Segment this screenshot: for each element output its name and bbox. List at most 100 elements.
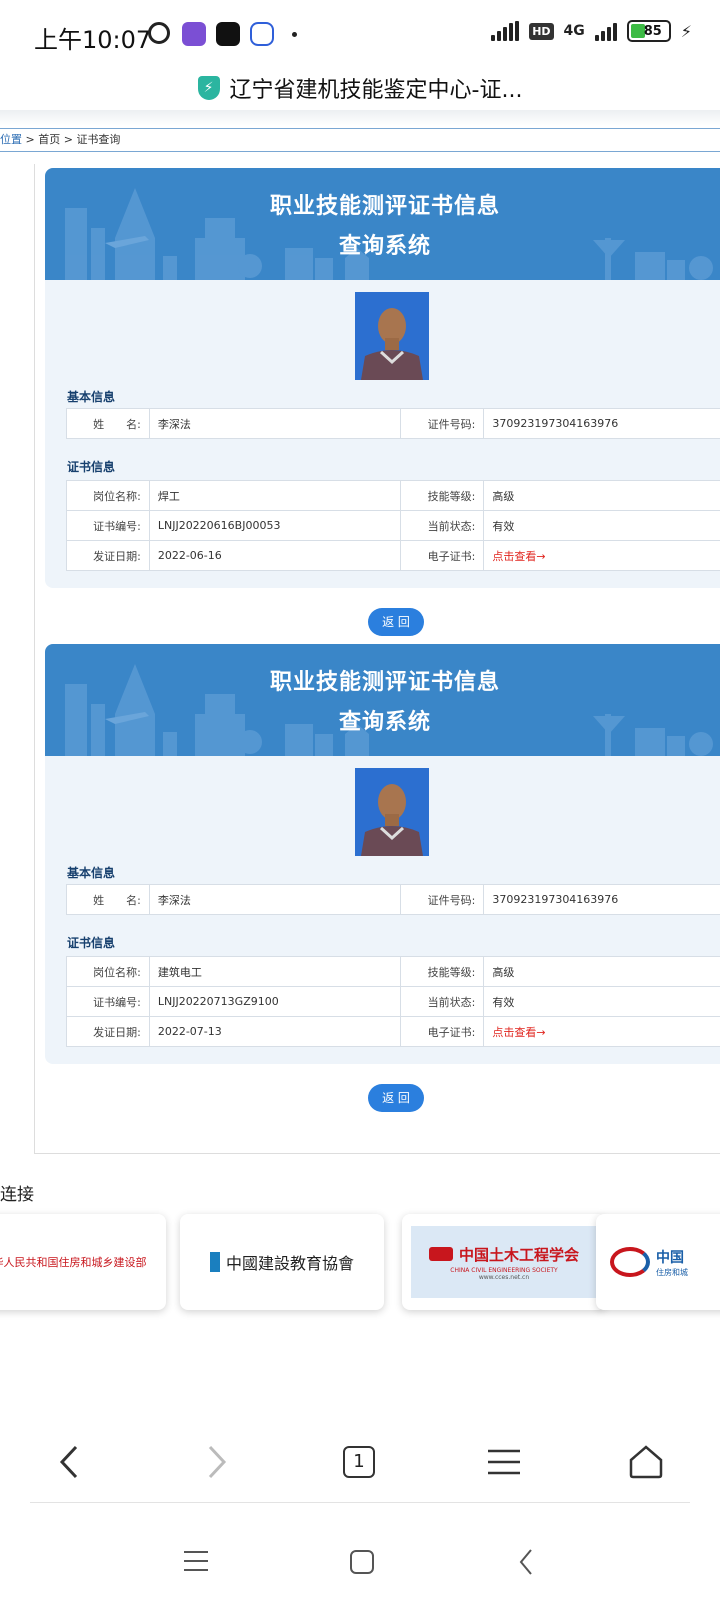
tabs-button[interactable]: 1 — [339, 1442, 379, 1482]
return-button[interactable]: 返 回 — [368, 608, 424, 636]
card-banner: 职业技能测评证书信息 查询系统 — [45, 644, 720, 756]
web-content[interactable]: 位置 > 首页 > 证书查询 职业技能测评证书信息 查询系统 基本信息 姓 名:… — [0, 110, 720, 1420]
link-card-civil-engineering-society[interactable]: 中国土木工程学会 CHINA CIVIL ENGINEERING SOCIETY… — [402, 1214, 606, 1310]
charging-icon: ⚡ — [680, 21, 692, 41]
link-card-education-association[interactable]: 中國建設教育協會 — [180, 1214, 384, 1310]
banner-title-line2: 查询系统 — [338, 234, 431, 259]
state-key: 当前状态: — [400, 986, 485, 1017]
link-sub: CHINA CIVIL ENGINEERING SOCIETY — [450, 1266, 558, 1274]
housing-logo-icon — [610, 1247, 650, 1277]
table-row: 姓 名: 李深法 证件号码: 370923197304163976 — [66, 408, 720, 439]
job-key: 岗位名称: — [66, 480, 150, 511]
recents-button[interactable] — [184, 1550, 208, 1576]
id-value: 370923197304163976 — [483, 884, 720, 915]
table-row: 发证日期: 2022-07-13 电子证书: 点击查看→ — [66, 1016, 720, 1047]
network-type: 4G — [563, 23, 585, 39]
table-row: 岗位名称: 建筑电工 技能等级: 高级 — [66, 956, 720, 987]
level-value: 高级 — [483, 956, 720, 987]
signal-icon — [491, 21, 520, 41]
toolbar-shadow — [0, 110, 720, 126]
link-card-housing[interactable]: 中国 住房和城 — [596, 1214, 720, 1310]
status-bar: 上午10:07 HD 4G 85 ⚡ — [0, 0, 720, 66]
certificate-card: 职业技能测评证书信息 查询系统 基本信息 姓 名: 李深法 证件号码: 3709… — [45, 168, 720, 588]
cert-no-key: 证书编号: — [66, 986, 150, 1017]
battery-icon: 85 — [626, 20, 671, 42]
name-value: 李深法 — [148, 884, 402, 915]
status-time: 上午10:07 — [34, 26, 152, 54]
table-row: 证书编号: LNJJ20220713GZ9100 当前状态: 有效 — [66, 986, 720, 1017]
page-title: 辽宁省建机技能鉴定中心-证... — [229, 78, 523, 103]
link-card-mohurd[interactable]: 中华人民共和国住房和城乡建设部 — [0, 1214, 166, 1310]
divider — [30, 1502, 690, 1503]
system-back-button[interactable] — [518, 1548, 534, 1580]
breadcrumb-current: 证书查询 — [76, 133, 121, 146]
skyline-graphic — [65, 188, 713, 280]
home-button[interactable] — [626, 1442, 666, 1482]
name-key: 姓 名: — [66, 408, 150, 439]
camera-app-icon — [182, 22, 206, 46]
table-row: 证书编号: LNJJ20220616BJ00053 当前状态: 有效 — [66, 510, 720, 541]
basic-info-label: 基本信息 — [67, 390, 116, 404]
menu-button[interactable] — [484, 1442, 524, 1482]
id-value: 370923197304163976 — [483, 408, 720, 439]
ecert-link[interactable]: 点击查看→ — [483, 540, 720, 571]
date-key: 发证日期: — [66, 540, 150, 571]
basic-info-table: 姓 名: 李深法 证件号码: 370923197304163976 — [66, 884, 720, 915]
secure-shield-icon: ⚡ — [197, 76, 220, 100]
id-photo — [355, 768, 429, 856]
dot-icon — [292, 32, 297, 37]
level-key: 技能等级: — [400, 956, 485, 987]
cert-no-value: LNJJ20220616BJ00053 — [148, 510, 402, 541]
status-indicators: HD 4G 85 ⚡ — [491, 20, 692, 42]
state-value: 有效 — [483, 510, 720, 541]
back-button[interactable] — [50, 1442, 90, 1482]
home-icon — [629, 1445, 663, 1479]
chevron-left-icon — [59, 1445, 78, 1479]
state-value: 有效 — [483, 986, 720, 1017]
building-icon — [209, 1252, 220, 1272]
level-key: 技能等级: — [400, 480, 485, 511]
tiktok-icon — [216, 22, 240, 46]
card-banner: 职业技能测评证书信息 查询系统 — [45, 168, 720, 280]
cert-info-label: 证书信息 — [67, 936, 116, 950]
link-sub: 住房和城 — [656, 1267, 688, 1277]
chevron-right-icon — [208, 1445, 227, 1479]
link-label: 中华人民共和国住房和城乡建设部 — [0, 1256, 147, 1269]
id-key: 证件号码: — [400, 408, 485, 439]
tabs-count: 1 — [343, 1446, 375, 1478]
battery-level: 85 — [643, 23, 662, 39]
skyline-graphic — [65, 664, 713, 756]
browser-title-bar[interactable]: ⚡ 辽宁省建机技能鉴定中心-证... — [0, 66, 720, 110]
forward-button[interactable] — [196, 1442, 236, 1482]
certificate-card: 职业技能测评证书信息 查询系统 基本信息 姓 名: 李深法 证件号码: 3709… — [45, 644, 720, 1064]
cert-info-table: 岗位名称: 建筑电工 技能等级: 高级 证书编号: LNJJ20220713GZ… — [66, 956, 720, 1047]
ecert-link[interactable]: 点击查看→ — [483, 1016, 720, 1047]
date-value: 2022-06-16 — [148, 540, 402, 571]
recents-icon — [184, 1551, 208, 1571]
return-button[interactable]: 返 回 — [368, 1084, 424, 1112]
name-value: 李深法 — [148, 408, 402, 439]
table-row: 岗位名称: 焊工 技能等级: 高级 — [66, 480, 720, 511]
state-key: 当前状态: — [400, 510, 485, 541]
id-key: 证件号码: — [400, 884, 485, 915]
cert-info-table: 岗位名称: 焊工 技能等级: 高级 证书编号: LNJJ20220616BJ00… — [66, 480, 720, 571]
table-row: 姓 名: 李深法 证件号码: 370923197304163976 — [66, 884, 720, 915]
job-value: 建筑电工 — [148, 956, 402, 987]
date-key: 发证日期: — [66, 1016, 150, 1047]
job-key: 岗位名称: — [66, 956, 150, 987]
link-banner: 中国土木工程学会 CHINA CIVIL ENGINEERING SOCIETY… — [411, 1226, 597, 1298]
basic-info-label: 基本信息 — [67, 866, 116, 880]
basic-info-table: 姓 名: 李深法 证件号码: 370923197304163976 — [66, 408, 720, 439]
id-photo — [355, 292, 429, 380]
banner-title-line2: 查询系统 — [338, 710, 431, 735]
menu-icon — [488, 1449, 520, 1475]
breadcrumb-home[interactable]: 首页 — [38, 133, 60, 146]
ecert-key: 电子证书: — [400, 540, 485, 571]
alarm-icon — [148, 22, 170, 44]
system-home-button[interactable] — [350, 1550, 374, 1578]
baidu-icon — [250, 22, 274, 46]
name-key: 姓 名: — [66, 884, 150, 915]
banner-title-line1: 职业技能测评证书信息 — [269, 670, 500, 695]
breadcrumb-sep: > — [60, 133, 77, 146]
breadcrumb-sep: > — [22, 133, 39, 146]
